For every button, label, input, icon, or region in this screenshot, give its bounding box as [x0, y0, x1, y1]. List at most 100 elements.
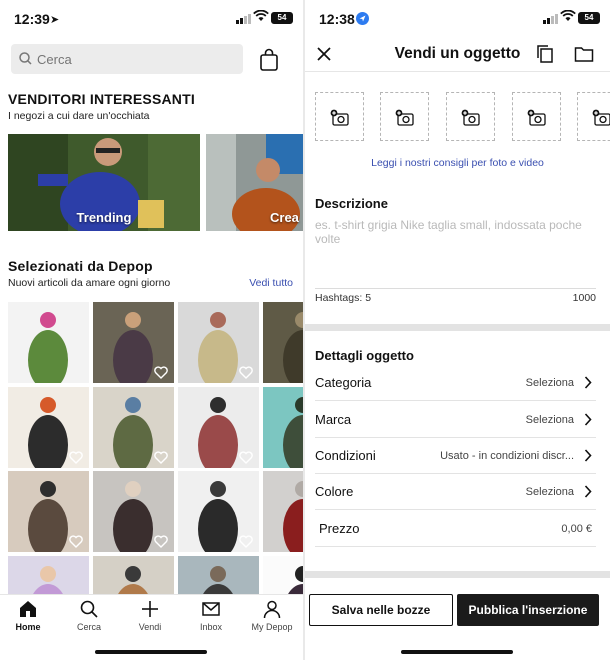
heart-icon[interactable] [154, 366, 168, 379]
row-key: Colore [315, 484, 354, 499]
heart-icon[interactable] [239, 535, 253, 548]
picked-subtitle: Nuovi articoli da amare ogni giorno [8, 277, 171, 289]
home-icon [20, 601, 36, 617]
profile-icon [263, 600, 281, 619]
status-bar: 12:39 ➤ 54 [0, 0, 303, 38]
photo-slot[interactable] [446, 92, 495, 141]
location-icon [356, 12, 369, 25]
chevron-right-icon [584, 485, 592, 498]
heart-icon[interactable] [69, 535, 83, 548]
copy-icon[interactable] [536, 44, 554, 64]
product-item[interactable] [263, 302, 303, 383]
chevron-right-icon [584, 413, 592, 426]
product-item[interactable] [93, 387, 174, 468]
product-item[interactable] [178, 556, 259, 594]
row-prezzo[interactable]: Prezzo 0,00 € [315, 511, 596, 547]
heart-icon[interactable] [154, 451, 168, 464]
search-bar[interactable] [11, 44, 243, 74]
row-categoria[interactable]: Categoria Seleziona [315, 365, 596, 401]
battery-icon: 54 [271, 12, 293, 24]
chevron-right-icon [584, 449, 592, 462]
details-label: Dettagli oggetto [315, 348, 414, 363]
row-value: Usato - in condizioni discr... [440, 450, 574, 462]
product-item[interactable] [178, 387, 259, 468]
explore-screen: 12:39 ➤ 54 VENDITORI INTERESSANTI I nego… [0, 0, 303, 660]
product-photo [263, 387, 303, 468]
heart-icon[interactable] [154, 535, 168, 548]
hashtag-count: Hashtags: 5 [315, 292, 372, 304]
status-time: 12:39 [14, 11, 50, 27]
product-item[interactable] [8, 302, 89, 383]
tab-my-depop[interactable]: My Depop [242, 599, 302, 632]
shopping-bag-icon[interactable] [258, 48, 280, 72]
seller-card-label: Trending [76, 210, 132, 225]
seller-card-trending[interactable]: Trending [8, 134, 200, 231]
plus-icon [142, 601, 158, 617]
product-photo [263, 471, 303, 552]
product-item[interactable] [8, 387, 89, 468]
tab-inbox[interactable]: Inbox [181, 599, 241, 632]
save-draft-button[interactable]: Salva nelle bozze [309, 594, 453, 626]
product-item[interactable] [8, 471, 89, 552]
product-item[interactable] [93, 556, 174, 594]
heart-icon[interactable] [239, 366, 253, 379]
product-item[interactable] [263, 471, 303, 552]
product-item[interactable] [263, 387, 303, 468]
row-value: Seleziona [525, 486, 574, 498]
see-all-link[interactable]: Vedi tutto [249, 277, 293, 289]
tab-label: Cerca [76, 622, 101, 632]
wifi-icon [560, 10, 576, 21]
photo-tips-link[interactable]: Leggi i nostri consigli per foto e video [305, 157, 610, 169]
tab-label: Home [15, 622, 41, 632]
mail-icon [202, 602, 220, 616]
product-photo [8, 302, 89, 383]
product-photo [263, 302, 303, 383]
row-colore[interactable]: Colore Seleziona [315, 474, 596, 510]
battery-icon: 54 [578, 12, 600, 24]
tab-sell[interactable]: Vendi [120, 599, 180, 632]
product-photo [8, 556, 89, 594]
publish-button[interactable]: Pubblica l'inserzione [457, 594, 599, 626]
row-key: Prezzo [319, 521, 360, 536]
page-title: Vendi un oggetto [394, 45, 521, 62]
photo-slot[interactable] [512, 92, 561, 141]
sellers-title: VENDITORI INTERESSANTI [8, 91, 195, 107]
tab-home[interactable]: Home [0, 599, 58, 632]
product-item[interactable] [178, 302, 259, 383]
photo-slot[interactable] [315, 92, 364, 141]
section-separator [305, 324, 610, 331]
product-item[interactable] [93, 471, 174, 552]
sell-item-screen: 12:38 54 Vendi un oggetto Leggi i nostri… [305, 0, 610, 660]
add-photo-icon [461, 109, 480, 126]
search-input[interactable] [37, 49, 237, 69]
price-input[interactable]: 0,00 € [561, 523, 592, 535]
product-photo [178, 556, 259, 594]
photo-slot[interactable] [380, 92, 429, 141]
tab-search[interactable]: Cerca [59, 599, 119, 632]
product-item[interactable] [8, 556, 89, 594]
location-arrow-icon: ➤ [50, 14, 60, 26]
product-item[interactable] [178, 471, 259, 552]
status-bar: 12:38 54 [305, 0, 610, 38]
product-photo [263, 556, 303, 594]
section-separator [305, 571, 610, 578]
search-icon [80, 600, 98, 618]
add-photo-icon [395, 109, 414, 126]
photo-slot[interactable] [577, 92, 610, 141]
sell-header: Vendi un oggetto [305, 38, 610, 72]
description-input[interactable]: es. t-shirt grigia Nike taglia small, in… [315, 218, 585, 246]
row-condizioni[interactable]: Condizioni Usato - in condizioni discr..… [315, 438, 596, 474]
add-photo-icon [527, 109, 546, 126]
product-item[interactable] [263, 556, 303, 594]
heart-icon[interactable] [69, 451, 83, 464]
seller-card-crea[interactable]: Crea [206, 134, 303, 231]
heart-icon[interactable] [239, 451, 253, 464]
folder-icon[interactable] [574, 45, 594, 63]
row-value: Seleziona [525, 377, 574, 389]
add-photo-icon [330, 109, 349, 126]
search-icon [19, 52, 32, 65]
row-key: Categoria [315, 375, 372, 390]
row-marca[interactable]: Marca Seleziona [315, 402, 596, 438]
product-item[interactable] [93, 302, 174, 383]
signal-icon [543, 13, 558, 24]
